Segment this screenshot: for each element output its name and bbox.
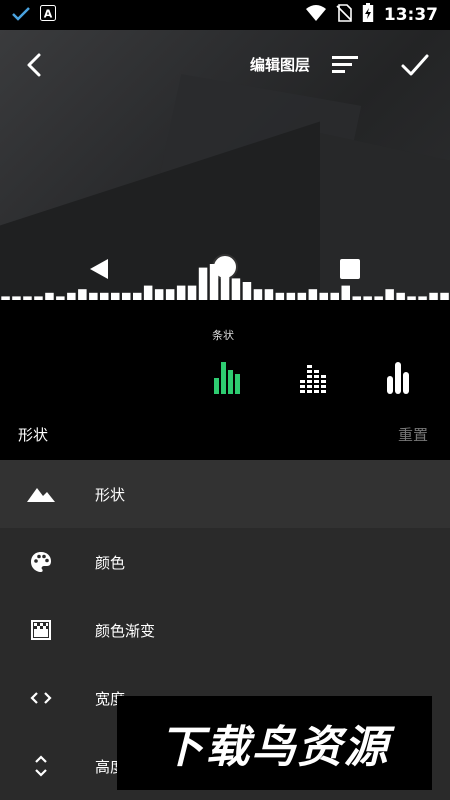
visualizer-bar — [297, 292, 307, 300]
visualizer-bar — [330, 292, 339, 300]
visualizer-bar — [67, 292, 76, 300]
visualizer-bar — [275, 292, 285, 300]
layer-preview: 编辑图层 — [0, 30, 450, 300]
watermark-text: 下载鸟资源 — [159, 722, 390, 773]
visualizer-bar — [78, 289, 87, 300]
visualizer-bar — [122, 292, 131, 300]
bars-solid-icon — [214, 362, 240, 394]
no-sim-icon — [336, 4, 352, 26]
visualizer-bar — [176, 285, 186, 300]
sort-icon — [332, 56, 358, 73]
status-bar: A 13:37 — [0, 0, 450, 30]
visualizer-bar — [385, 289, 394, 300]
menu-item-color[interactable]: 颜色 — [0, 528, 450, 596]
menu-item-label: 颜色渐变 — [95, 621, 156, 640]
shape-panel: 条状 形状 重置 — [0, 300, 450, 460]
visualizer-bar — [133, 292, 142, 300]
watermark: 下载鸟资源 — [117, 696, 432, 790]
menu-item-label: 颜色 — [95, 553, 126, 572]
shape-option-bars-rounded[interactable] — [378, 356, 418, 396]
visualizer-bar — [89, 292, 98, 300]
visualizer-bar — [165, 289, 175, 300]
visualizer-bar — [111, 292, 120, 300]
chevron-left-icon — [27, 53, 41, 77]
visualizer-bar — [242, 282, 252, 300]
visualizer-bar — [220, 271, 230, 300]
back-button[interactable] — [18, 48, 52, 82]
visualizer-bar — [198, 267, 208, 300]
reset-button[interactable]: 重置 — [398, 424, 428, 445]
code-brackets-icon — [26, 683, 56, 713]
visualizer-bar — [440, 292, 449, 300]
bars-rounded-icon — [387, 362, 409, 394]
bars-segmented-icon — [300, 365, 326, 393]
visualizer-bar — [341, 285, 350, 300]
selected-shape-label: 条状 — [212, 329, 234, 342]
palette-icon — [26, 547, 56, 577]
visualizer-bar — [396, 292, 405, 300]
mountain-icon — [26, 479, 56, 509]
wifi-icon — [305, 5, 326, 25]
sort-button[interactable] — [330, 50, 360, 80]
visualizer-bar — [45, 292, 54, 300]
battery-icon — [362, 3, 374, 27]
section-title: 形状 — [18, 426, 49, 444]
menu-item-shape[interactable]: 形状 — [0, 460, 450, 528]
shape-option-bars-segmented[interactable] — [292, 356, 332, 396]
app-a-icon: A — [40, 5, 56, 25]
page-title: 编辑图层 — [250, 56, 311, 74]
visualizer-bar — [253, 289, 263, 300]
visualizer-bar — [231, 278, 241, 300]
menu-item-gradient[interactable]: 颜色渐变 — [0, 596, 450, 664]
visualizer-bar — [286, 292, 296, 300]
vertical-arrows-icon — [26, 751, 56, 781]
confirm-button[interactable] — [398, 48, 432, 82]
visualizer-bar — [187, 285, 197, 300]
visualizer-bar — [429, 292, 438, 300]
visualizer-bar — [143, 285, 153, 300]
shape-option-bars-solid[interactable] — [206, 356, 246, 396]
visualizer-bar — [308, 289, 318, 300]
visualizer-bar — [100, 292, 109, 300]
svg-text:A: A — [44, 8, 53, 21]
visualizer-bar — [154, 289, 164, 300]
gradient-icon — [26, 615, 56, 645]
checkmark-icon — [401, 54, 429, 76]
status-time: 13:37 — [383, 5, 438, 25]
audio-visualizer — [1, 264, 449, 300]
visualizer-bar — [209, 264, 219, 300]
check-icon — [12, 6, 30, 25]
menu-item-label: 形状 — [95, 485, 126, 504]
visualizer-bar — [319, 292, 328, 300]
visualizer-bar — [264, 289, 274, 300]
